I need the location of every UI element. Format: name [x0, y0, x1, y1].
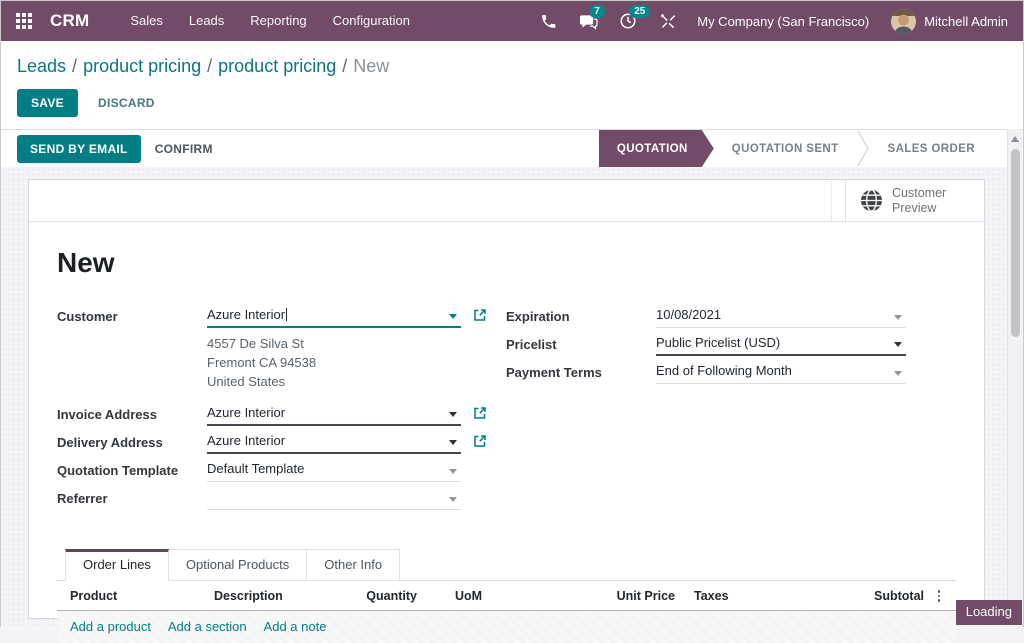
quotation-template-dropdown-caret-icon[interactable]	[449, 469, 457, 474]
confirm-button[interactable]: CONFIRM	[149, 135, 219, 163]
quotation-template-label: Quotation Template	[57, 463, 207, 478]
quotation-template-input[interactable]: Default Template	[207, 458, 461, 482]
tab-other-info[interactable]: Other Info	[307, 549, 400, 581]
user-avatar[interactable]	[891, 9, 916, 34]
add-a-section-link[interactable]: Add a section	[168, 619, 247, 634]
content-area: Customer Preview New Customer Azure Inte…	[1, 167, 1009, 628]
statusbar: SEND BY EMAIL CONFIRM QUOTATION QUOTATIO…	[1, 130, 1009, 168]
send-by-email-button[interactable]: SEND BY EMAIL	[17, 135, 141, 163]
breadcrumb-current: New	[353, 56, 389, 76]
expiration-dropdown-caret-icon[interactable]	[894, 315, 902, 320]
expiration-label: Expiration	[506, 309, 656, 324]
column-header-product: Product	[57, 589, 214, 603]
nav-menu-reporting[interactable]: Reporting	[237, 1, 319, 41]
form-grid: Customer Azure Interior 4557 De Silva St…	[57, 302, 956, 512]
referrer-dropdown-caret-icon[interactable]	[449, 497, 457, 502]
stage-sales-order[interactable]: SALES ORDER	[870, 130, 993, 167]
user-menu[interactable]: Mitchell Admin	[924, 14, 1008, 29]
messages-icon[interactable]: 7	[571, 1, 605, 41]
invoice-address-input[interactable]: Azure Interior	[207, 402, 461, 426]
pricelist-dropdown-caret-icon[interactable]	[894, 342, 902, 347]
delivery-address-dropdown-caret-icon[interactable]	[449, 440, 457, 445]
customer-label: Customer	[57, 309, 207, 324]
notebook-tabs: Order Lines Optional Products Other Info	[57, 549, 956, 581]
page-title: New	[57, 247, 956, 279]
tab-order-lines[interactable]: Order Lines	[65, 549, 169, 581]
invoice-address-label: Invoice Address	[57, 407, 207, 422]
company-switcher[interactable]: My Company (San Francisco)	[697, 14, 869, 29]
form-column-right: Expiration 10/08/2021 Pricelist Public P…	[506, 302, 956, 512]
text-cursor	[286, 308, 287, 321]
form-column-left: Customer Azure Interior 4557 De Silva St…	[57, 302, 506, 512]
referrer-label: Referrer	[57, 491, 207, 506]
discard-button[interactable]: DISCARD	[92, 89, 161, 117]
column-options-kebab-icon[interactable]	[936, 588, 943, 604]
referrer-input[interactable]	[207, 486, 461, 510]
breadcrumb-link-product-pricing-1[interactable]: product pricing	[83, 56, 201, 76]
breadcrumb-separator: /	[336, 56, 353, 76]
breadcrumb-link-product-pricing-2[interactable]: product pricing	[218, 56, 336, 76]
apps-menu-icon[interactable]	[16, 13, 32, 29]
breadcrumb: Leads/product pricing/product pricing/Ne…	[17, 53, 1007, 79]
pricelist-input[interactable]: Public Pricelist (USD)	[656, 332, 906, 356]
payment-terms-dropdown-caret-icon[interactable]	[894, 371, 902, 376]
column-header-unit-price: Unit Price	[527, 589, 675, 603]
stage-quotation-sent[interactable]: QUOTATION SENT	[714, 130, 857, 167]
add-a-note-link[interactable]: Add a note	[264, 619, 327, 634]
scroll-up-arrow-icon[interactable]	[1011, 136, 1019, 142]
globe-icon	[860, 189, 883, 212]
customer-external-link-icon[interactable]	[473, 308, 487, 322]
payment-terms-input[interactable]: End of Following Month	[656, 360, 906, 384]
app-brand[interactable]: CRM	[50, 11, 89, 31]
nav-menu-leads[interactable]: Leads	[176, 1, 237, 41]
tools-icon[interactable]	[651, 1, 685, 41]
phone-icon[interactable]	[531, 1, 565, 41]
invoice-address-dropdown-caret-icon[interactable]	[449, 412, 457, 417]
stage-pipeline: QUOTATION QUOTATION SENT SALES ORDER	[599, 130, 993, 167]
payment-terms-label: Payment Terms	[506, 365, 656, 380]
form-sheet: Customer Preview New Customer Azure Inte…	[28, 179, 985, 619]
customer-preview-label: Customer Preview	[892, 186, 946, 216]
delivery-address-input[interactable]: Azure Interior	[207, 430, 461, 454]
order-lines-header-row: Product Description Quantity UoM Unit Pr…	[57, 581, 956, 611]
pricelist-label: Pricelist	[506, 337, 656, 352]
activities-badge: 25	[629, 5, 650, 18]
breadcrumb-link-leads[interactable]: Leads	[17, 56, 66, 76]
save-button[interactable]: SAVE	[17, 89, 78, 117]
breadcrumb-separator: /	[201, 56, 218, 76]
column-header-description: Description	[214, 589, 354, 603]
customer-dropdown-caret-icon[interactable]	[449, 314, 457, 319]
systray: 7 25	[531, 1, 685, 41]
column-header-quantity: Quantity	[354, 589, 417, 603]
expiration-input[interactable]: 10/08/2021	[656, 304, 906, 328]
sheet-body: New Customer Azure Interior 4557 De Silv…	[29, 247, 984, 643]
customer-address: 4557 De Silva St Fremont CA 94538 United…	[207, 334, 506, 391]
customer-preview-button[interactable]: Customer Preview	[845, 180, 984, 221]
button-box: Customer Preview	[29, 180, 984, 222]
stage-quotation[interactable]: QUOTATION	[599, 130, 714, 167]
customer-input[interactable]: Azure Interior	[207, 304, 461, 328]
column-header-subtotal: Subtotal	[835, 589, 924, 603]
delivery-address-external-link-icon[interactable]	[473, 434, 487, 448]
loading-indicator: Loading	[956, 600, 1022, 625]
nav-menu-sales[interactable]: Sales	[117, 1, 176, 41]
scrollbar-thumb[interactable]	[1011, 149, 1020, 337]
tab-optional-products[interactable]: Optional Products	[169, 549, 307, 581]
nav-menu-configuration[interactable]: Configuration	[320, 1, 423, 41]
delivery-address-label: Delivery Address	[57, 435, 207, 450]
invoice-address-external-link-icon[interactable]	[473, 406, 487, 420]
activities-icon[interactable]: 25	[611, 1, 645, 41]
breadcrumb-separator: /	[66, 56, 83, 76]
add-a-product-link[interactable]: Add a product	[70, 619, 151, 634]
column-header-taxes: Taxes	[675, 589, 835, 603]
vertical-scrollbar[interactable]	[1007, 129, 1022, 627]
control-panel: Leads/product pricing/product pricing/Ne…	[1, 41, 1023, 130]
top-navbar: CRM Sales Leads Reporting Configuration …	[1, 1, 1023, 41]
messages-badge: 7	[589, 5, 605, 18]
column-header-uom: UoM	[417, 589, 527, 603]
stage-separator-icon	[857, 130, 870, 167]
control-buttons: SAVE DISCARD	[17, 89, 1007, 117]
